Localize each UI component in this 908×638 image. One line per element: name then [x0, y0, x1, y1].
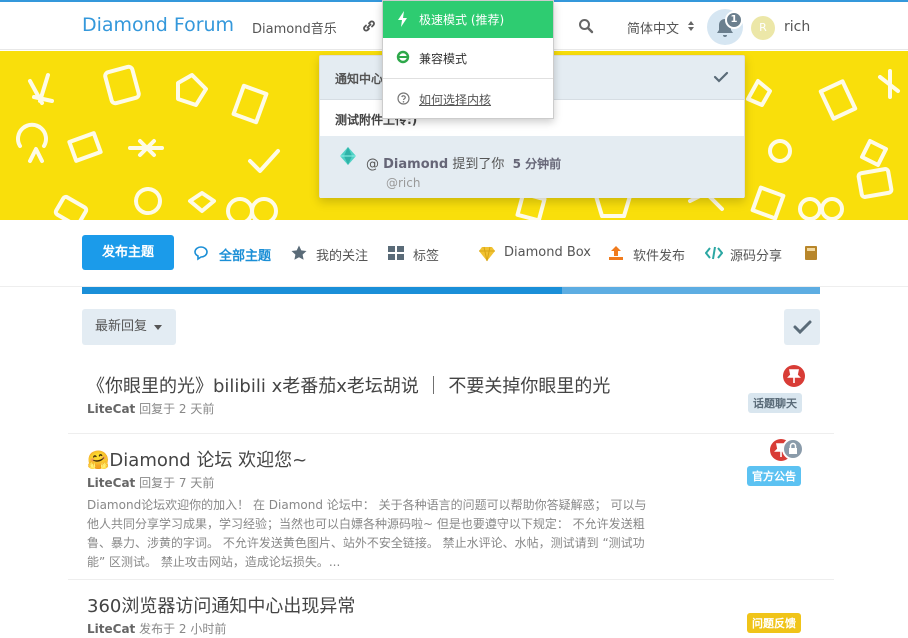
ie-icon	[396, 50, 410, 64]
row-divider	[68, 579, 834, 580]
discussion-excerpt: Diamond论坛欢迎你的加入！ 在 Diamond 论坛中： 关于各种语言的问…	[87, 498, 647, 569]
fast-mode-label: 极速模式 (推荐)	[419, 13, 505, 27]
menu-divider	[383, 78, 553, 79]
notification-action: 提到了你	[452, 157, 505, 172]
diamond-avatar-icon	[340, 147, 356, 165]
discussion-title[interactable]: 360浏览器访问通知中心出现异常	[87, 592, 355, 618]
discussion-author[interactable]: LiteCat	[87, 476, 135, 490]
notifications-title: 通知中心	[335, 72, 384, 86]
nav-link-music[interactable]: Diamond音乐	[252, 18, 337, 37]
browser-mode-popup: 极速模式 (推荐) 兼容模式 如何选择内核	[382, 0, 554, 119]
mark-all-read-button[interactable]	[784, 309, 820, 345]
notification-handle: @rich	[386, 176, 421, 190]
discussion-title[interactable]: 《你眼里的光》bilibili x老番茄x老坛胡说 ｜ 不要关掉你眼里的光	[87, 372, 610, 398]
new-topic-button[interactable]: 发布主题	[82, 235, 174, 270]
upload-icon	[609, 246, 623, 260]
discussion-title: Diamond 论坛 欢迎您~	[109, 450, 308, 471]
lock-icon	[782, 438, 804, 460]
chevron-down-icon	[154, 325, 162, 330]
discussion-author[interactable]: LiteCat	[87, 622, 135, 636]
tag-badge[interactable]: 话题聊天	[748, 393, 802, 413]
kernel-help-label: 如何选择内核	[419, 93, 492, 107]
hug-emoji-icon: 🤗	[87, 450, 110, 471]
search-icon[interactable]	[578, 18, 594, 34]
discussion-author[interactable]: LiteCat	[87, 402, 135, 416]
discussion-title-row[interactable]: 🤗Diamond 论坛 欢迎您~	[87, 446, 307, 472]
discussion-time: 回复于 7 天前	[139, 476, 215, 490]
mark-read-check-icon[interactable]	[713, 69, 729, 85]
notification-user: Diamond	[383, 157, 449, 172]
tag-badge[interactable]: 问题反馈	[747, 613, 801, 633]
nav-tags[interactable]: 标签	[413, 245, 439, 264]
comments-icon	[194, 246, 208, 261]
discussion-meta: LiteCat 发布于 2 小时前	[87, 620, 226, 637]
book-icon[interactable]	[802, 244, 820, 262]
code-icon	[705, 246, 723, 260]
notification-item[interactable]: @ Diamond 提到了你 5 分钟前 @rich	[320, 136, 744, 198]
star-icon	[291, 245, 307, 260]
grid-icon	[388, 246, 404, 260]
discussion-meta: LiteCat 回复于 2 天前	[87, 400, 214, 417]
nav-software[interactable]: 软件发布	[633, 245, 685, 264]
sort-caret-icon	[688, 21, 694, 31]
tag-badge[interactable]: 官方公告	[747, 466, 801, 486]
help-icon	[397, 92, 410, 105]
nav-diamond-box[interactable]: Diamond Box	[504, 245, 591, 260]
language-select[interactable]: 简体中文	[627, 18, 679, 37]
notification-text: @ Diamond 提到了你 5 分钟前	[366, 153, 561, 172]
avatar[interactable]: R	[751, 16, 775, 40]
nav-source-code[interactable]: 源码分享	[730, 245, 782, 264]
compat-mode-label: 兼容模式	[419, 52, 468, 66]
kernel-help-link[interactable]: 如何选择内核	[383, 87, 553, 111]
diamond-icon	[479, 246, 495, 262]
lightning-icon	[398, 11, 407, 27]
progress-fill	[82, 287, 562, 294]
discussion-time: 发布于 2 小时前	[139, 622, 227, 636]
loading-progress-bar	[82, 287, 820, 294]
link-icon[interactable]	[361, 18, 377, 34]
discussion-meta: LiteCat 回复于 7 天前	[87, 474, 214, 491]
notification-time: 5 分钟前	[512, 157, 562, 171]
at-icon: @	[366, 157, 384, 172]
page: Diamond Forum Diamond音乐 简体中文 1 R rich 发布…	[0, 0, 908, 638]
compat-mode-option[interactable]: 兼容模式	[383, 45, 553, 71]
row-divider	[68, 433, 834, 434]
site-brand[interactable]: Diamond Forum	[82, 14, 234, 36]
notification-count-badge: 1	[725, 11, 743, 29]
pin-icon	[783, 365, 805, 387]
fast-mode-option[interactable]: 极速模式 (推荐)	[383, 1, 553, 38]
discussion-time: 回复于 2 天前	[139, 402, 215, 416]
username[interactable]: rich	[784, 19, 810, 35]
check-icon	[793, 320, 812, 335]
nav-following[interactable]: 我的关注	[316, 245, 368, 264]
nav-all-topics[interactable]: 全部主题	[219, 245, 271, 264]
